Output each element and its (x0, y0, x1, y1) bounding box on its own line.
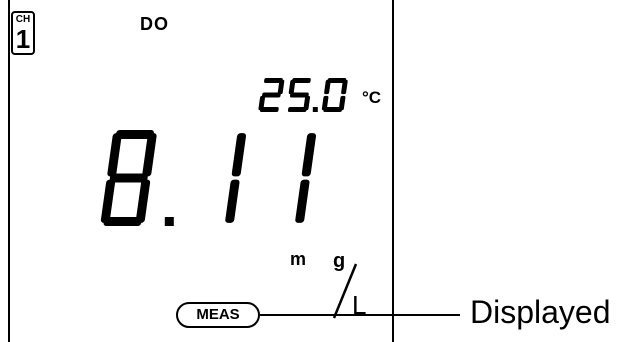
callout-label: Displayed (470, 294, 611, 330)
lcd-screen: CH 1 DO °C m g L MEAS (0, 0, 400, 342)
lcd-segment-e (100, 179, 116, 223)
main-reading-digits (100, 130, 317, 226)
lcd-segment-c (225, 179, 240, 223)
main-reading (80, 120, 330, 240)
unit-L: L (352, 290, 367, 320)
lcd-segment-c (135, 179, 151, 223)
channel-badge: CH 1 (11, 11, 35, 55)
lcd-digit (258, 78, 285, 112)
lcd-digit (225, 133, 247, 223)
lcd-digit (321, 78, 348, 112)
lcd-border-left (8, 0, 10, 342)
temperature-unit: °C (362, 88, 382, 107)
lcd-segment-g (109, 173, 148, 183)
decimal-point (312, 107, 318, 112)
lcd-segment-f (288, 79, 296, 95)
callout-line (260, 314, 460, 316)
lcd-digit (287, 78, 311, 112)
lcd-segment-b (301, 133, 317, 177)
lcd-segment-b (231, 133, 247, 177)
unit-m: m (290, 249, 307, 269)
lcd-segment-b (142, 133, 157, 177)
decimal-point (164, 217, 174, 226)
lcd-segment-f (107, 133, 122, 177)
temperature-readout: °C (246, 70, 396, 120)
temperature-digits (258, 78, 348, 112)
lcd-segment-d (259, 107, 279, 112)
lcd-border-right (392, 0, 394, 342)
meas-indicator: MEAS (176, 302, 260, 328)
lcd-segment-d (287, 107, 307, 112)
mode-label: DO (140, 14, 169, 34)
lcd-digit (295, 133, 317, 223)
lcd-segment-f (324, 79, 331, 95)
channel-number: 1 (15, 24, 31, 54)
lcd-segment-c (295, 179, 310, 223)
lcd-digit (100, 130, 157, 226)
